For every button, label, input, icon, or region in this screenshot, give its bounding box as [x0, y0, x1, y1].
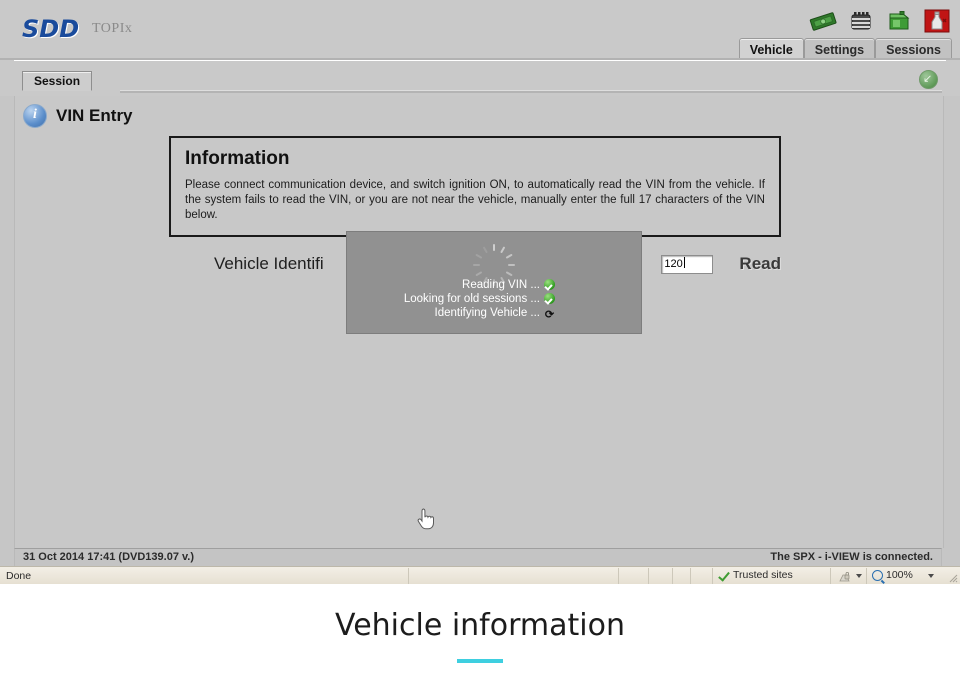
status-segment — [830, 568, 831, 584]
content-area: i VIN Entry Information Please connect c… — [14, 96, 944, 548]
page-title: VIN Entry — [56, 106, 133, 125]
vin-input[interactable]: 120 — [661, 254, 714, 274]
app-status-connection: The SPX - i-VIEW is connected. — [770, 551, 933, 563]
magnifier-icon — [872, 569, 883, 581]
tab-session[interactable]: Session — [22, 71, 93, 91]
check-icon — [718, 570, 729, 581]
chevron-down-icon[interactable] — [856, 574, 862, 578]
topix-label: TOPIx — [92, 21, 133, 36]
status-line-reading-vin: Reading VIN ... — [347, 278, 555, 292]
text-caret — [683, 256, 685, 268]
sdd-logo: SDD — [22, 15, 80, 43]
information-panel: Information Please connect communication… — [169, 136, 781, 237]
status-line-old-sessions: Looking for old sessions ... — [347, 292, 555, 306]
chevron-down-icon[interactable] — [928, 574, 934, 578]
status-segment — [712, 568, 713, 584]
battery-icon[interactable] — [846, 6, 876, 36]
app-status-date: 31 Oct 2014 17:41 (DVD139.07 v.) — [23, 551, 195, 563]
fuel-can-icon[interactable] — [884, 6, 914, 36]
collapse-arrow-glyph: ↙ — [923, 73, 933, 85]
mouse-cursor — [416, 508, 434, 530]
progress-status-list: Reading VIN ... Looking for old sessions… — [347, 278, 633, 321]
status-segment — [618, 568, 619, 584]
fluid-bottle-icon[interactable] — [922, 6, 952, 36]
status-line-identifying-vehicle-text: Identifying Vehicle ... — [434, 307, 540, 319]
status-segment — [648, 568, 649, 584]
money-icon[interactable] — [808, 6, 838, 36]
collapse-arrow-icon[interactable]: ↙ — [919, 70, 938, 89]
app-status-bar: 31 Oct 2014 17:41 (DVD139.07 v.) The SPX… — [14, 548, 942, 566]
status-segment — [672, 568, 673, 584]
status-line-reading-vin-text: Reading VIN ... — [462, 279, 540, 291]
session-divider — [120, 90, 942, 93]
status-segment — [866, 568, 867, 584]
refresh-icon: ⟳ — [544, 309, 555, 321]
session-bar: Session ↙ — [0, 58, 960, 96]
figure-caption: Vehicle information — [0, 584, 960, 682]
page-header: i VIN Entry — [23, 104, 133, 128]
vin-input-value: 120 — [664, 257, 683, 270]
info-icon: i — [23, 104, 47, 128]
caption-text: Vehicle information — [335, 608, 625, 643]
check-icon — [544, 293, 555, 304]
app-window: SDD TOPIx Vehicle Settings Sessions Sess… — [0, 0, 960, 584]
browser-status-bar: Done Trusted sites 100% — [0, 566, 960, 584]
resize-grip-icon[interactable] — [946, 571, 958, 583]
status-line-identifying-vehicle: Identifying Vehicle ... ⟳ — [347, 306, 555, 321]
zoom-control[interactable]: 100% — [872, 569, 913, 581]
progress-dialog: Reading VIN ... Looking for old sessions… — [346, 231, 642, 334]
status-line-old-sessions-text: Looking for old sessions ... — [403, 293, 540, 305]
top-icon-row — [808, 6, 952, 38]
security-zone[interactable]: Trusted sites — [718, 569, 793, 581]
vin-label: Vehicle Identifi — [214, 254, 324, 273]
lock-icon[interactable] — [838, 570, 851, 585]
check-icon — [544, 279, 555, 290]
information-body: Please connect communication device, and… — [185, 179, 765, 221]
info-icon-glyph: i — [33, 107, 37, 122]
screenshot-root: SDD TOPIx Vehicle Settings Sessions Sess… — [0, 0, 960, 682]
loading-spinner — [473, 241, 515, 286]
zoom-level: 100% — [886, 569, 913, 581]
status-segment — [690, 568, 691, 584]
browser-status-text: Done — [6, 570, 32, 582]
brand-bar: SDD TOPIx Vehicle Settings Sessions — [0, 0, 960, 61]
security-zone-label: Trusted sites — [733, 569, 793, 581]
status-segment — [408, 568, 409, 584]
read-button[interactable]: Read — [739, 254, 781, 274]
information-heading: Information — [185, 148, 290, 169]
caption-underline — [457, 659, 503, 663]
